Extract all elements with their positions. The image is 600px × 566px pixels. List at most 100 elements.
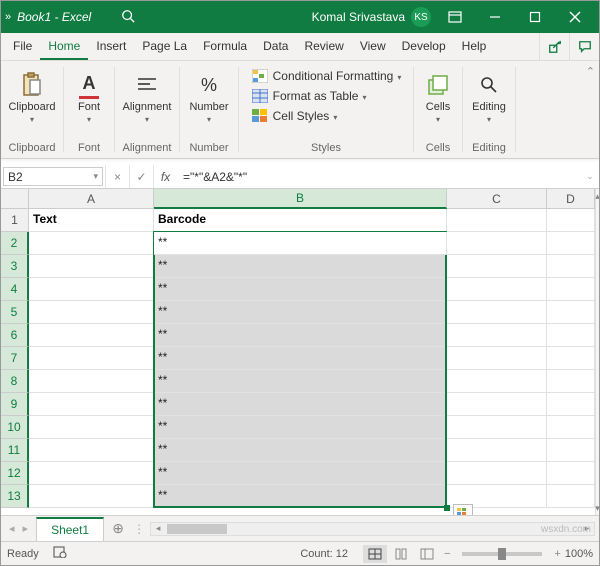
- row-header[interactable]: 2: [1, 232, 29, 255]
- cell[interactable]: [447, 209, 547, 232]
- cell[interactable]: **: [154, 439, 447, 462]
- formula-input[interactable]: ="*"&A2&"*": [177, 165, 581, 188]
- cell[interactable]: [447, 370, 547, 393]
- zoom-in-button[interactable]: +: [554, 548, 560, 560]
- collapse-ribbon-icon[interactable]: ⌃: [586, 65, 595, 78]
- tab-home[interactable]: Home: [40, 33, 88, 60]
- macro-record-icon[interactable]: [53, 546, 67, 561]
- cell[interactable]: **: [154, 324, 447, 347]
- cell[interactable]: [29, 485, 154, 508]
- comments-icon[interactable]: [569, 33, 599, 60]
- cell[interactable]: [447, 439, 547, 462]
- cell[interactable]: [547, 439, 595, 462]
- cell[interactable]: [29, 393, 154, 416]
- cell[interactable]: [447, 393, 547, 416]
- cell[interactable]: [29, 370, 154, 393]
- cell[interactable]: [547, 416, 595, 439]
- cell[interactable]: [29, 439, 154, 462]
- cell[interactable]: [447, 416, 547, 439]
- clipboard-button[interactable]: Clipboard ▾: [4, 67, 60, 137]
- tab-review[interactable]: Review: [296, 33, 351, 60]
- tab-view[interactable]: View: [352, 33, 394, 60]
- row-header[interactable]: 8: [1, 370, 29, 393]
- cell[interactable]: [547, 255, 595, 278]
- vertical-scrollbar[interactable]: ▴ ▾: [595, 189, 599, 515]
- scroll-down-icon[interactable]: ▾: [596, 501, 599, 515]
- close-icon[interactable]: [555, 1, 595, 33]
- cell[interactable]: [547, 393, 595, 416]
- row-header[interactable]: 1: [1, 209, 29, 232]
- cells-button[interactable]: Cells ▾: [410, 67, 466, 137]
- cell[interactable]: [29, 324, 154, 347]
- row-header[interactable]: 13: [1, 485, 29, 508]
- zoom-level[interactable]: 100%: [565, 548, 593, 560]
- cell[interactable]: [447, 301, 547, 324]
- expand-formula-bar-icon[interactable]: ⌄: [581, 165, 599, 188]
- user-account[interactable]: Komal Srivastava KS: [312, 7, 431, 27]
- normal-view-icon[interactable]: [363, 545, 387, 563]
- cell[interactable]: **: [154, 347, 447, 370]
- maximize-icon[interactable]: [515, 1, 555, 33]
- cell[interactable]: [29, 278, 154, 301]
- ribbon-display-options-icon[interactable]: [435, 1, 475, 33]
- cell[interactable]: [447, 232, 547, 255]
- cell[interactable]: **: [154, 393, 447, 416]
- format-as-table-button[interactable]: Format as Table ▾: [247, 87, 406, 105]
- active-cell[interactable]: **: [154, 232, 447, 255]
- zoom-slider[interactable]: [462, 552, 542, 556]
- tab-develop[interactable]: Develop: [394, 33, 454, 60]
- tab-insert[interactable]: Insert: [88, 33, 134, 60]
- row-header[interactable]: 11: [1, 439, 29, 462]
- cells-area[interactable]: TextBarcode**************************: [29, 209, 595, 515]
- cell[interactable]: [547, 232, 595, 255]
- cell[interactable]: [547, 209, 595, 232]
- sheet-nav-arrows[interactable]: ◂▸: [1, 522, 36, 535]
- cell[interactable]: [447, 347, 547, 370]
- cell[interactable]: **: [154, 278, 447, 301]
- zoom-out-button[interactable]: −: [444, 548, 450, 560]
- cell[interactable]: Barcode: [154, 209, 447, 232]
- scroll-up-icon[interactable]: ▴: [596, 189, 599, 203]
- cell[interactable]: [547, 301, 595, 324]
- cell[interactable]: [447, 255, 547, 278]
- row-header[interactable]: 6: [1, 324, 29, 347]
- number-button[interactable]: % Number ▾: [181, 67, 237, 137]
- cell[interactable]: [29, 255, 154, 278]
- search-icon[interactable]: [121, 9, 135, 26]
- editing-button[interactable]: Editing ▾: [461, 67, 517, 137]
- tab-help[interactable]: Help: [454, 33, 495, 60]
- font-button[interactable]: A Font ▾: [61, 67, 117, 137]
- cell[interactable]: [547, 370, 595, 393]
- cell[interactable]: **: [154, 485, 447, 508]
- cell[interactable]: [29, 301, 154, 324]
- scrollbar-thumb[interactable]: [167, 524, 227, 534]
- cell[interactable]: [447, 462, 547, 485]
- select-all-triangle[interactable]: [1, 189, 29, 209]
- tab-file[interactable]: File: [5, 33, 40, 60]
- quick-analysis-icon[interactable]: [453, 504, 473, 515]
- tab-formula[interactable]: Formula: [195, 33, 255, 60]
- conditional-formatting-button[interactable]: Conditional Formatting ▾: [247, 67, 406, 85]
- quick-access-overflow-icon[interactable]: »: [5, 11, 11, 23]
- add-sheet-button[interactable]: ⊕: [104, 520, 132, 537]
- cancel-formula-icon[interactable]: ×: [105, 165, 129, 188]
- cell[interactable]: [547, 485, 595, 508]
- cell[interactable]: [547, 324, 595, 347]
- cell[interactable]: [447, 324, 547, 347]
- column-header[interactable]: D: [547, 189, 595, 209]
- cell[interactable]: [547, 347, 595, 370]
- horizontal-scrollbar[interactable]: ◂ ▸: [150, 522, 595, 536]
- sheet-tab[interactable]: Sheet1: [36, 517, 104, 541]
- cell[interactable]: [547, 278, 595, 301]
- page-layout-view-icon[interactable]: [389, 545, 413, 563]
- minimize-icon[interactable]: [475, 1, 515, 33]
- cell[interactable]: [29, 232, 154, 255]
- row-header[interactable]: 9: [1, 393, 29, 416]
- zoom-handle[interactable]: [498, 548, 506, 560]
- cell[interactable]: [547, 462, 595, 485]
- column-header[interactable]: A: [29, 189, 154, 209]
- row-header[interactable]: 10: [1, 416, 29, 439]
- page-break-view-icon[interactable]: [415, 545, 439, 563]
- cell[interactable]: [29, 416, 154, 439]
- enter-formula-icon[interactable]: ✓: [129, 165, 153, 188]
